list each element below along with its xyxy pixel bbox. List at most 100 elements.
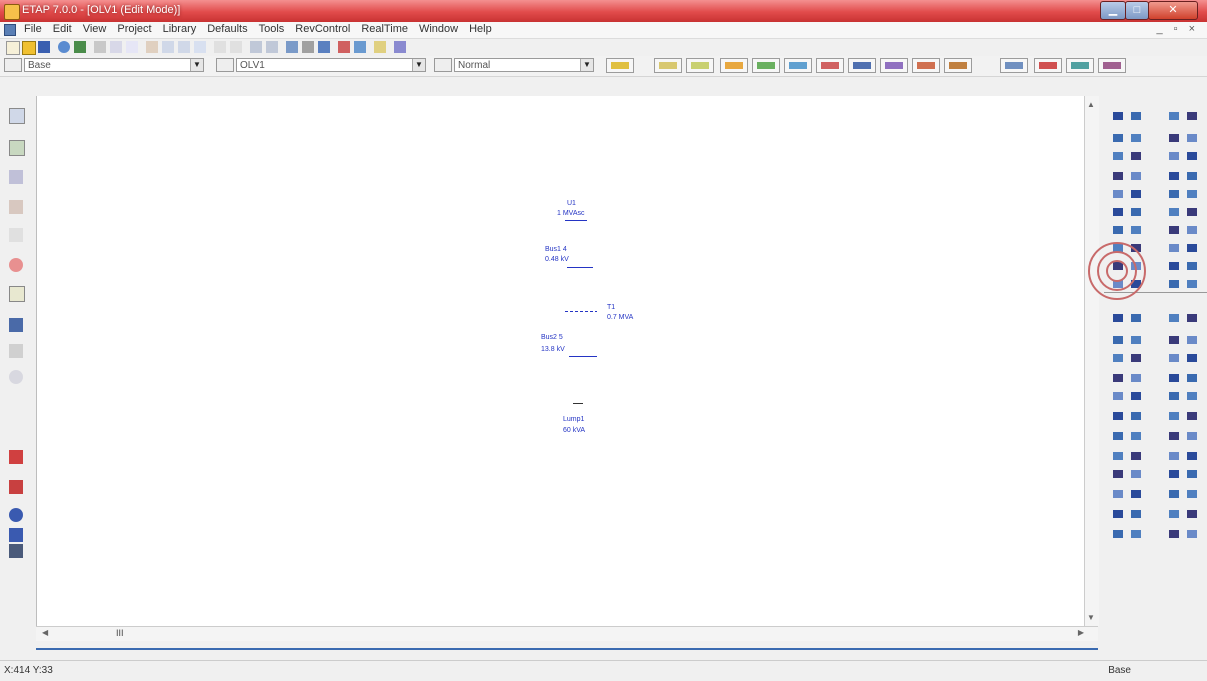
- bus-icon[interactable]: [9, 140, 25, 156]
- capacitor-icon[interactable]: [1184, 108, 1201, 125]
- menu-edit[interactable]: Edit: [53, 23, 72, 35]
- tag-link-icon[interactable]: [1184, 258, 1201, 275]
- menu-defaults[interactable]: Defaults: [207, 23, 247, 35]
- scroll-right-icon[interactable]: ▶: [1078, 628, 1084, 637]
- line-icon[interactable]: [1128, 148, 1145, 165]
- motor-acceleration-button[interactable]: [752, 58, 780, 73]
- protective-device-button[interactable]: [848, 58, 876, 73]
- cable-icon[interactable]: [1110, 148, 1127, 165]
- zoom-out-icon[interactable]: [178, 41, 190, 53]
- open-folder-icon[interactable]: [22, 41, 36, 55]
- dc-load-icon[interactable]: [9, 544, 23, 558]
- menu-file[interactable]: File: [24, 23, 42, 35]
- motor-icon[interactable]: [1166, 350, 1183, 367]
- reactor-icon[interactable]: [1128, 388, 1145, 405]
- mtr-group-icon[interactable]: [1128, 332, 1145, 349]
- bus-duct-icon[interactable]: [1110, 204, 1127, 221]
- power-calculator-icon[interactable]: [354, 41, 366, 53]
- sectionalizer-icon[interactable]: [1128, 258, 1145, 275]
- close-button[interactable]: ✕: [1148, 1, 1198, 20]
- dc-cable-icon[interactable]: [9, 480, 23, 494]
- panel-icon[interactable]: [1110, 310, 1127, 327]
- breaker-icon[interactable]: [9, 228, 23, 242]
- redo-icon[interactable]: [230, 41, 242, 53]
- pan-icon[interactable]: [146, 41, 158, 53]
- get-template-icon[interactable]: [302, 41, 314, 53]
- new-file-icon[interactable]: [6, 41, 20, 55]
- overload-heater-icon[interactable]: [1166, 258, 1183, 275]
- reactor-icon[interactable]: [1184, 130, 1201, 147]
- load-flow-button[interactable]: [686, 58, 714, 73]
- print-icon[interactable]: [58, 41, 70, 53]
- elem-b-icon[interactable]: [1184, 332, 1201, 349]
- help-icon[interactable]: [394, 41, 406, 53]
- unbalanced-load-flow-button[interactable]: [1066, 58, 1094, 73]
- contactor-icon[interactable]: [1184, 486, 1201, 503]
- ground-grid-button[interactable]: [1098, 58, 1126, 73]
- impedance-icon[interactable]: [1166, 130, 1183, 147]
- generator-icon[interactable]: [1128, 108, 1145, 125]
- vfd-icon[interactable]: [1110, 186, 1127, 203]
- relay-icon[interactable]: [1184, 204, 1201, 221]
- hyperlinks-icon[interactable]: [338, 41, 350, 53]
- relay-icon[interactable]: [1128, 466, 1145, 483]
- lumped-load-icon[interactable]: [1166, 276, 1183, 293]
- print-preview-icon[interactable]: [74, 41, 86, 53]
- cable-icon[interactable]: [1166, 388, 1183, 405]
- elem-d-icon[interactable]: [1128, 350, 1145, 367]
- dc-short-circuit-button[interactable]: [880, 58, 908, 73]
- menu-project[interactable]: Project: [117, 23, 151, 35]
- fuse-icon[interactable]: [1166, 222, 1183, 239]
- bus2-line[interactable]: [569, 356, 597, 357]
- menu-tools[interactable]: Tools: [259, 23, 285, 35]
- load-icon[interactable]: [1110, 370, 1127, 387]
- lumped-load-symbol[interactable]: [573, 403, 583, 404]
- mdi-child-icon[interactable]: [4, 24, 16, 36]
- transformer-3w-icon[interactable]: [1184, 148, 1201, 165]
- transient-stability-button[interactable]: [816, 58, 844, 73]
- recloser-icon[interactable]: [1110, 258, 1127, 275]
- inverter-icon[interactable]: [1110, 448, 1127, 465]
- phase-adapter-icon[interactable]: [1110, 276, 1127, 293]
- arc-flash-button[interactable]: [912, 58, 940, 73]
- current-transformer-icon[interactable]: [1184, 448, 1201, 465]
- menu-window[interactable]: Window: [419, 23, 458, 35]
- disconnect-icon[interactable]: [1184, 240, 1201, 257]
- phase-adapter-icon[interactable]: [1166, 526, 1183, 543]
- horizontal-scrollbar[interactable]: ◀ III ▶: [36, 626, 1098, 641]
- optimal-power-flow-button[interactable]: [1034, 58, 1062, 73]
- mdi-window-controls[interactable]: _ ▫ ×: [1156, 23, 1199, 35]
- switch-icon[interactable]: [1184, 466, 1201, 483]
- fuse-icon[interactable]: [1110, 486, 1127, 503]
- motor-op-valve-icon[interactable]: [1110, 332, 1127, 349]
- chevron-down-icon[interactable]: ▼: [412, 59, 425, 71]
- harmonic-filter-icon[interactable]: [1128, 310, 1145, 327]
- chevron-down-icon[interactable]: ▼: [190, 59, 203, 71]
- fuse-icon[interactable]: [9, 318, 23, 332]
- battery-icon[interactable]: [1128, 448, 1145, 465]
- load-icon[interactable]: [1166, 108, 1183, 125]
- menu-library[interactable]: Library: [163, 23, 197, 35]
- wind-turbine-icon[interactable]: [1128, 168, 1145, 185]
- wind-turbine-icon[interactable]: [1184, 408, 1201, 425]
- reliability-button[interactable]: [1000, 58, 1028, 73]
- pv-array-icon[interactable]: [1110, 428, 1127, 445]
- overload-heater-icon[interactable]: [1110, 526, 1127, 543]
- select-icon[interactable]: [9, 108, 25, 124]
- mov-icon[interactable]: [1110, 130, 1127, 147]
- menu-realtime[interactable]: RealTime: [361, 23, 408, 35]
- menu-revcontrol[interactable]: RevControl: [295, 23, 350, 35]
- chevron-down-icon[interactable]: ▼: [580, 59, 593, 71]
- switch-icon[interactable]: [1128, 222, 1145, 239]
- hvdc-icon[interactable]: [1184, 310, 1201, 327]
- breaker-lv-icon[interactable]: [1128, 486, 1145, 503]
- ground-icon[interactable]: [9, 370, 23, 384]
- scroll-up-icon[interactable]: ▲: [1087, 100, 1095, 109]
- paste-icon[interactable]: [126, 41, 138, 53]
- sectionalizer-icon[interactable]: [1184, 506, 1201, 523]
- breaker-hv-icon[interactable]: [1166, 486, 1183, 503]
- revision-combo[interactable]: Normal ▼: [454, 58, 594, 72]
- find-icon[interactable]: [374, 41, 386, 53]
- inverter-icon[interactable]: [1166, 186, 1183, 203]
- recloser-icon[interactable]: [1166, 506, 1183, 523]
